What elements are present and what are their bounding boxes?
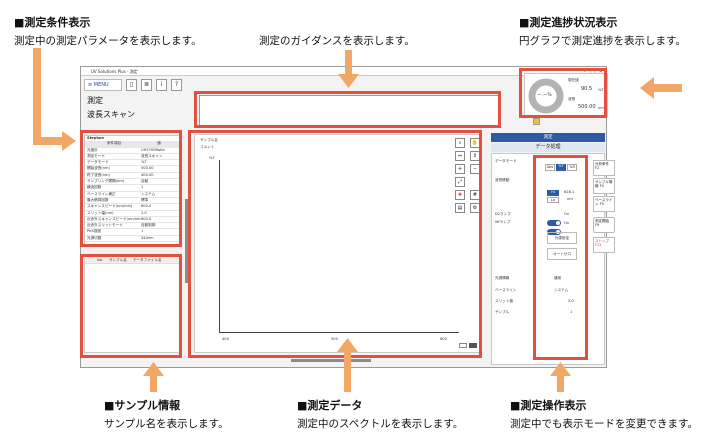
sample-arrow-icon: [143, 362, 164, 392]
progress-arrow-icon: [640, 77, 682, 99]
operation-arrow-icon: [550, 362, 571, 392]
conditions-arrow-icon: [33, 48, 76, 151]
data-arrow-icon: [337, 338, 358, 392]
callout-arrows: [33, 48, 682, 392]
guidance-arrow-icon: [338, 50, 359, 88]
